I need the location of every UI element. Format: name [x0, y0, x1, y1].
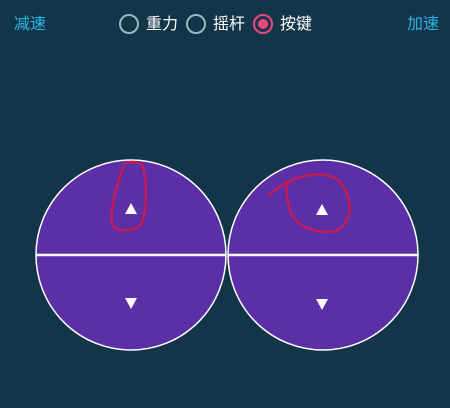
mode-option-joystick[interactable]: 摇杆	[186, 12, 245, 36]
radio-buttons[interactable]	[253, 14, 274, 34]
control-mode-radio-group: 重力 摇杆 按键	[119, 10, 320, 38]
mode-label-gravity: 重力	[146, 14, 179, 33]
radio-gravity[interactable]	[119, 14, 139, 34]
radio-selected-dot	[258, 19, 269, 29]
accelerate-button[interactable]: 加速	[407, 12, 439, 36]
left-control-pad	[35, 159, 227, 351]
mode-label-joystick: 摇杆	[213, 14, 246, 33]
right-control-pad	[227, 159, 419, 351]
mode-label-buttons: 按键	[280, 14, 313, 33]
mode-option-gravity[interactable]: 重力	[119, 12, 178, 36]
decelerate-button[interactable]: 减速	[14, 12, 46, 36]
mode-option-buttons[interactable]: 按键	[253, 12, 312, 36]
top-toolbar: 减速 重力 摇杆 按键 加速	[0, 0, 450, 46]
radio-joystick[interactable]	[186, 14, 207, 34]
